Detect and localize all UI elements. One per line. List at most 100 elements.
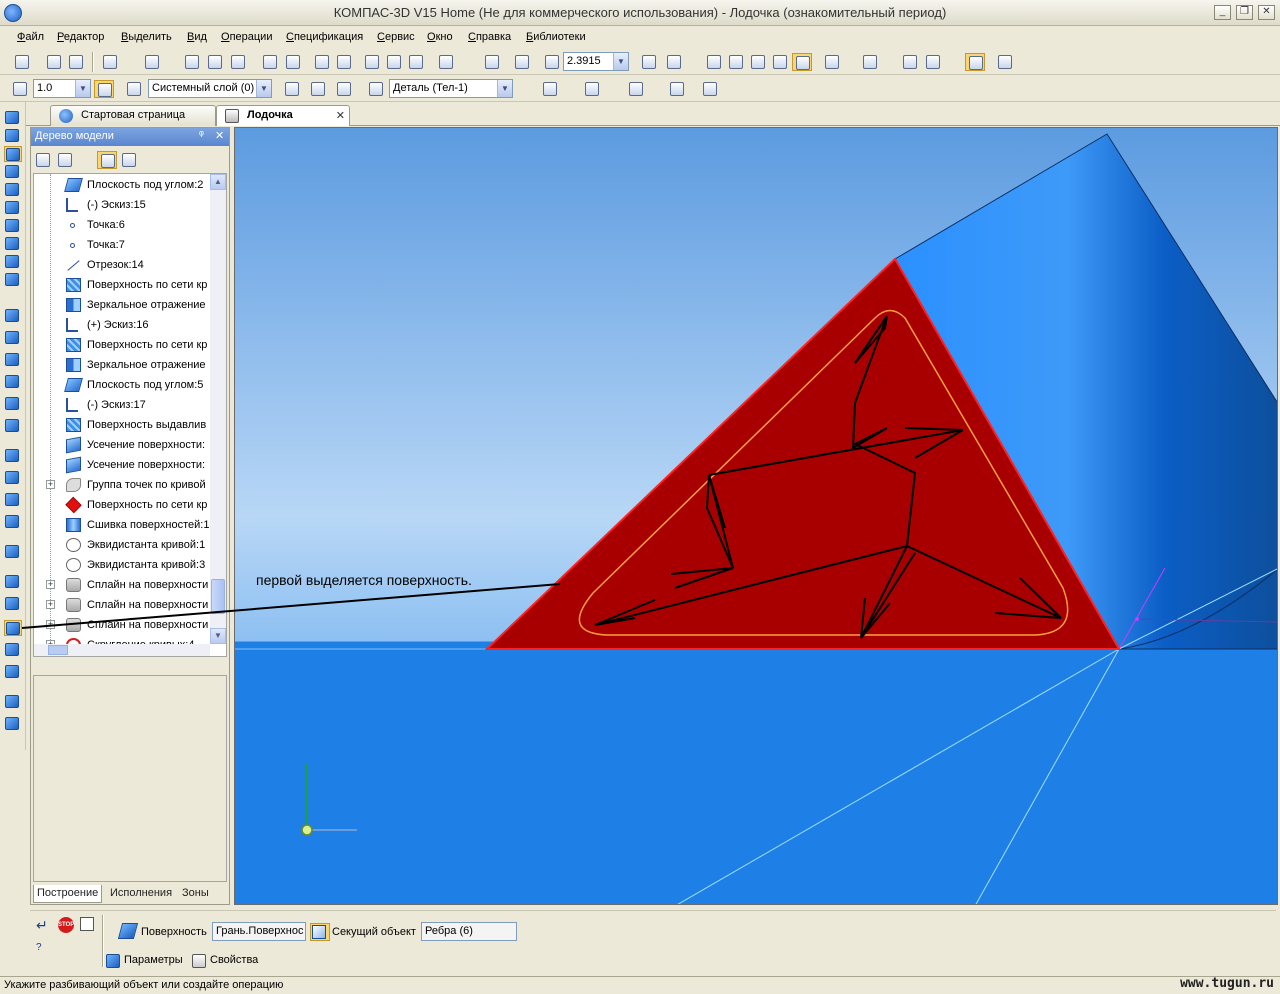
zoom-button[interactable]	[512, 53, 532, 71]
panel-btn-5[interactable]	[4, 182, 22, 198]
help-pointer-button[interactable]	[436, 53, 456, 71]
panel-btn-4[interactable]	[4, 164, 22, 180]
zoom-scale-select[interactable]: 2.3915 ▼	[563, 52, 629, 71]
panel-btn-18[interactable]	[4, 470, 22, 486]
panel-btn-15[interactable]	[4, 396, 22, 412]
measure-button[interactable]	[626, 80, 646, 98]
tab-lodochka[interactable]: Лодочка ✕	[216, 105, 350, 126]
panel-btn-surfaces[interactable]	[4, 146, 22, 162]
tree-filter-button[interactable]	[119, 151, 139, 169]
sketch-button[interactable]	[282, 80, 302, 98]
cutting-object-select-button[interactable]	[310, 923, 330, 941]
halftone-edges-button[interactable]	[792, 53, 812, 71]
panel-btn-21[interactable]	[4, 544, 22, 560]
menu-editor[interactable]: Редактор	[57, 31, 104, 43]
panel-btn-7[interactable]	[4, 218, 22, 234]
panel-btn-25[interactable]	[4, 642, 22, 658]
close-icon[interactable]: ✕	[336, 109, 345, 122]
undo-button[interactable]	[312, 53, 332, 71]
tree-item[interactable]: Сшивка поверхностей:1	[34, 515, 210, 535]
display-filter-button[interactable]	[822, 53, 842, 71]
detail-button[interactable]	[366, 80, 386, 98]
perspective-button[interactable]	[900, 53, 920, 71]
menu-view[interactable]: Вид	[187, 31, 207, 43]
orientation-button[interactable]	[664, 53, 684, 71]
open-button[interactable]	[44, 53, 64, 71]
tree-horizontal-scrollbar[interactable]	[34, 644, 210, 656]
snap-button[interactable]	[965, 53, 985, 71]
hidden-lines-button[interactable]	[726, 53, 746, 71]
panel-btn-9[interactable]	[4, 254, 22, 270]
edit-in-place-button[interactable]	[334, 80, 354, 98]
minimize-button[interactable]: _	[1214, 5, 1231, 20]
panel-btn-20[interactable]	[4, 514, 22, 530]
wireframe-button[interactable]	[704, 53, 724, 71]
scroll-up-icon[interactable]: ▲	[210, 174, 226, 190]
cutting-object-field[interactable]: Ребра (6)	[421, 922, 517, 941]
section-button[interactable]	[667, 80, 687, 98]
dimension-button[interactable]	[700, 80, 720, 98]
tree-history-button[interactable]	[97, 151, 117, 169]
panel-btn-17[interactable]	[4, 448, 22, 464]
panel-btn-1[interactable]	[4, 110, 22, 126]
menu-window[interactable]: Окно	[427, 31, 453, 43]
color-button[interactable]	[582, 80, 602, 98]
halftone-button[interactable]	[770, 53, 790, 71]
surface-select-button[interactable]	[117, 923, 140, 941]
tree-item[interactable]: Точка:6	[34, 215, 210, 235]
tree-item[interactable]: Усечение поверхности:	[34, 435, 210, 455]
tree-item[interactable]: Поверхность по сети кр	[34, 335, 210, 355]
tab-start-page[interactable]: Стартовая страница	[50, 105, 216, 126]
pin-icon[interactable]: ᵠ	[199, 129, 204, 141]
step-select[interactable]: 1.0 ▼	[33, 79, 91, 98]
stop-button[interactable]: STOP	[58, 917, 78, 935]
tree-structure-button[interactable]	[33, 151, 53, 169]
tree-item[interactable]: Поверхность по сети кр	[34, 275, 210, 295]
tab-properties[interactable]: Свойства	[190, 952, 261, 968]
tree-item[interactable]: Поверхность по сети кр	[34, 495, 210, 515]
variables-button[interactable]	[384, 53, 404, 71]
menu-libraries[interactable]: Библиотеки	[526, 31, 586, 43]
panel-btn-6[interactable]	[4, 200, 22, 216]
tree-item[interactable]: Зеркальное отражение	[34, 295, 210, 315]
tree-item[interactable]: (-) Эскиз:15	[34, 195, 210, 215]
tab-construction[interactable]: Построение	[33, 885, 103, 903]
expand-plus-icon[interactable]: +	[46, 480, 55, 489]
panel-btn-28[interactable]	[4, 716, 22, 732]
tree-item[interactable]: Отрезок:14	[34, 255, 210, 275]
menu-service[interactable]: Сервис	[377, 31, 415, 43]
tree-item[interactable]: Эквидистанта кривой:1	[34, 535, 210, 555]
expand-panel-button[interactable]	[80, 917, 100, 935]
local-cs-button[interactable]	[10, 80, 30, 98]
panel-btn-13[interactable]	[4, 352, 22, 368]
panel-btn-8[interactable]	[4, 236, 22, 252]
panel-btn-26[interactable]	[4, 664, 22, 680]
extra-tools-button[interactable]	[995, 53, 1015, 71]
tree-item[interactable]: Плоскость под углом:5	[34, 375, 210, 395]
menu-help[interactable]: Справка	[468, 31, 511, 43]
help-button[interactable]: ?	[36, 941, 56, 959]
panel-btn-11[interactable]	[4, 308, 22, 324]
panel-btn-16[interactable]	[4, 418, 22, 434]
tree-item[interactable]: Плоскость под углом:2	[34, 175, 210, 195]
tree-item[interactable]: Зеркальное отражение	[34, 355, 210, 375]
panel-btn-14[interactable]	[4, 374, 22, 390]
detail-select[interactable]: Деталь (Тел-1) ▼	[389, 79, 513, 98]
manager-button[interactable]	[362, 53, 382, 71]
preview-button[interactable]	[142, 53, 162, 71]
tree-item[interactable]: (+) Эскиз:16	[34, 315, 210, 335]
hscroll-thumb[interactable]	[48, 645, 68, 655]
tab-zones[interactable]: Зоны	[179, 885, 212, 903]
thin-lines-button[interactable]	[748, 53, 768, 71]
menu-file[interactable]: Файл	[17, 31, 44, 43]
tree-item[interactable]: + Группа точек по кривой	[34, 475, 210, 495]
menu-specification[interactable]: Спецификация	[286, 31, 363, 43]
tree-item[interactable]: Усечение поверхности:	[34, 455, 210, 475]
new-document-button[interactable]	[12, 53, 32, 71]
layers-button[interactable]	[124, 80, 144, 98]
rotate-button[interactable]	[639, 53, 659, 71]
tab-executions[interactable]: Исполнения	[107, 885, 175, 903]
menu-select[interactable]: Выделить	[121, 31, 172, 43]
fx-button[interactable]	[406, 53, 426, 71]
properties-button[interactable]	[283, 53, 303, 71]
